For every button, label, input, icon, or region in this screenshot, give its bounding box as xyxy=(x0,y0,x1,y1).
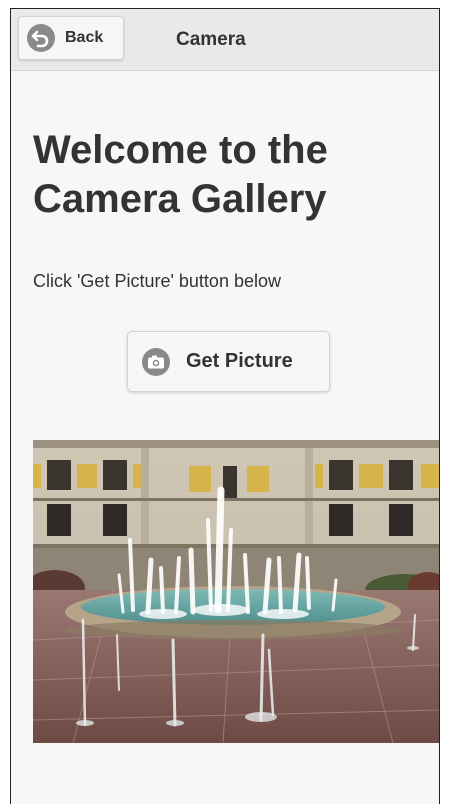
camera-icon xyxy=(141,347,171,377)
back-button-label: Back xyxy=(65,29,104,46)
back-button[interactable]: Back xyxy=(18,16,124,60)
welcome-heading: Welcome to the Camera Gallery xyxy=(33,128,328,221)
header-bar: Back Camera xyxy=(11,9,439,71)
app-frame: Back Camera Welcome to the Camera Galler… xyxy=(10,8,440,804)
back-arrow-icon xyxy=(26,23,56,53)
page-title: Camera xyxy=(176,29,246,50)
get-picture-button[interactable]: Get Picture xyxy=(127,331,330,392)
instructions-text: Click 'Get Picture' button below xyxy=(33,271,281,291)
get-picture-label: Get Picture xyxy=(186,350,293,372)
gallery-photo xyxy=(33,440,439,743)
